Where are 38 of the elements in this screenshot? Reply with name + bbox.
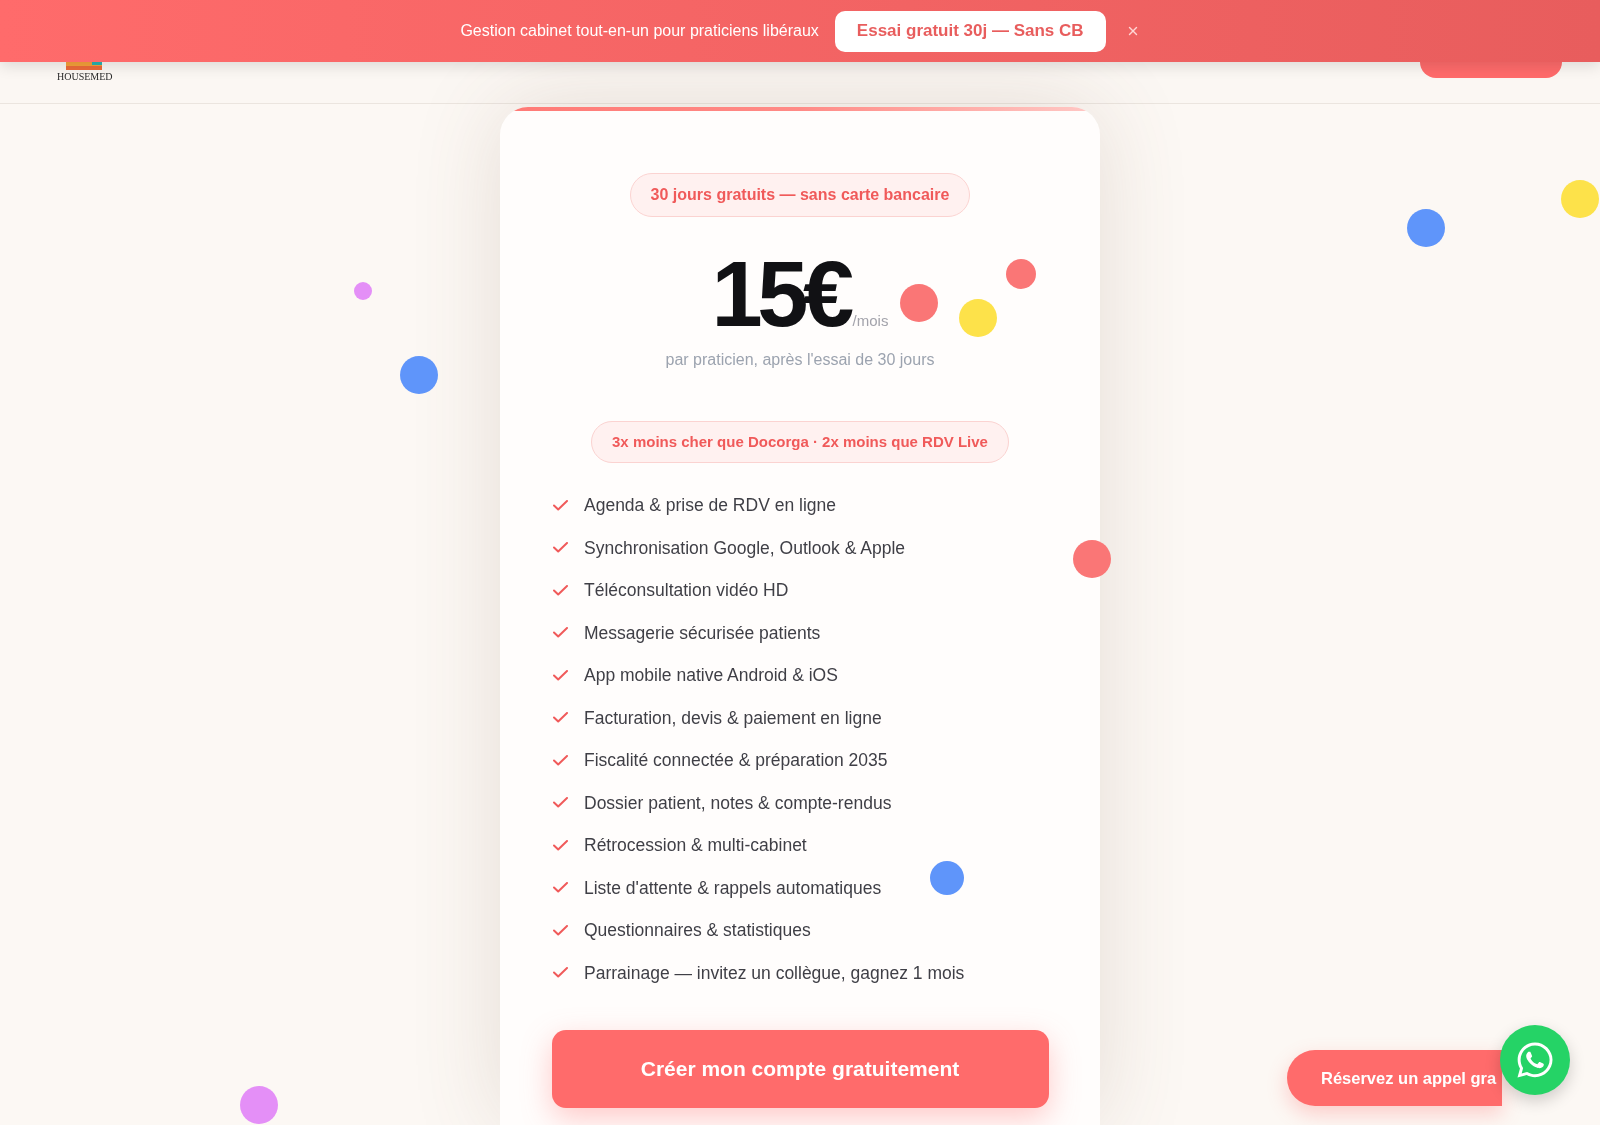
price-subtitle: par praticien, après l'essai de 30 jours	[665, 350, 935, 370]
check-icon	[553, 839, 568, 851]
create-account-button[interactable]: Créer mon compte gratuitement	[551, 1030, 1049, 1108]
check-icon	[553, 669, 568, 681]
check-icon	[553, 584, 568, 596]
feature-text: App mobile native Android & iOS	[584, 664, 838, 688]
check-icon	[553, 542, 568, 554]
feature-text: Synchronisation Google, Outlook & Apple	[584, 536, 906, 560]
call-button[interactable]: Réservez un appel gra	[1287, 1050, 1502, 1106]
check-icon	[553, 627, 568, 639]
feature-text: Rétrocession & multi-cabinet	[584, 834, 807, 858]
feature-text: Fiscalité connectée & préparation 2035	[584, 749, 888, 773]
price: 15€	[711, 248, 849, 340]
phone-bubble-icon	[1515, 1040, 1555, 1080]
feature-text: Agenda & prise de RDV en ligne	[584, 494, 836, 518]
comparison-badge: 3x moins cher que Docorga · 2x moins que RDV Live	[591, 421, 1009, 463]
feature-text: Téléconsultation vidéo HD	[584, 579, 789, 603]
feature-text: Messagerie sécurisée patients	[584, 621, 821, 645]
check-icon	[553, 882, 568, 894]
trial-button[interactable]: Essai gratuit 30j — Sans CB	[834, 10, 1106, 52]
feature-text: Parrainage — invitez un collègue, gagnez 1 mois	[584, 961, 965, 985]
price-period: /mois	[852, 313, 889, 328]
banner-text: Gestion cabinet tout-en-un pour praticiens libéraux	[460, 21, 819, 41]
logo-icon	[66, 62, 102, 70]
check-icon	[553, 712, 568, 724]
check-icon	[553, 967, 568, 979]
feature-text: Dossier patient, notes & compte-rendus	[584, 791, 892, 815]
trial-badge: 30 jours gratuits — sans carte bancaire	[629, 173, 971, 217]
check-icon	[553, 754, 568, 766]
check-icon	[553, 797, 568, 809]
check-icon	[553, 499, 568, 511]
chat-button[interactable]	[1500, 1025, 1570, 1095]
feature-text: Liste d'attente & rappels automatiques	[584, 876, 882, 900]
feature-text: Facturation, devis & paiement en ligne	[584, 706, 882, 730]
feature-text: Questionnaires & statistiques	[584, 919, 811, 943]
logo-text: HOUSEMED	[57, 71, 113, 83]
check-icon	[553, 924, 568, 936]
header-button[interactable]	[1420, 62, 1562, 78]
